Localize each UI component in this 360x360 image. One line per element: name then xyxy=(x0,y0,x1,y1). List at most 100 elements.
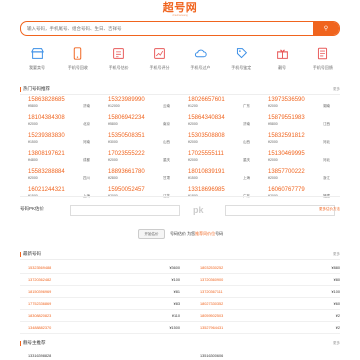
number-card[interactable]: 13973536590 ¥2000 湖南 xyxy=(260,96,340,111)
number-location: 四川 xyxy=(83,176,90,180)
phone-number[interactable]: 18059502503 xyxy=(200,314,223,318)
nav-item-verify[interactable]: 手机号鉴定 xyxy=(224,46,258,80)
phone-number[interactable]: 15303508808 xyxy=(188,132,260,140)
phone-number[interactable]: 18150396969 xyxy=(28,290,51,294)
recent-more-link[interactable]: 更多 xyxy=(333,252,340,257)
number-card[interactable]: 18010839191 ¥1500 上海 xyxy=(180,168,260,183)
phone-number[interactable]: 13973536590 xyxy=(268,96,340,104)
phone-number[interactable]: 13488882370 xyxy=(28,326,51,330)
phone-number[interactable]: 16060767779 xyxy=(268,186,340,194)
divider xyxy=(20,259,340,260)
premium-number[interactable]: 13516300606 xyxy=(200,354,223,358)
number-price: ¥100 xyxy=(171,277,180,282)
phone-number[interactable]: 15350508351 xyxy=(108,132,180,140)
number-card[interactable]: 15303508808 ¥2000 山西 xyxy=(180,132,260,147)
phone-number[interactable]: 17025555111 xyxy=(188,150,260,158)
phone-number[interactable]: 16021244321 xyxy=(28,186,100,194)
nav-item-feedback[interactable]: 手机号回馈 xyxy=(306,46,340,80)
number-card[interactable]: 15583288884 ¥2000 四川 xyxy=(20,168,100,183)
table-row[interactable]: 18308820823 ¥110 18059502503 ¥2 xyxy=(20,310,340,322)
number-card[interactable]: 17025555111 ¥2000 重庆 xyxy=(180,150,260,165)
nav-item-premium[interactable]: 靓号 xyxy=(265,46,299,80)
phone-number[interactable]: 15950052457 xyxy=(108,186,180,194)
number-card[interactable]: 17023555222 ¥2000 重庆 xyxy=(100,150,180,165)
number-location: 南京 xyxy=(163,122,170,126)
phone-number[interactable]: 15832591812 xyxy=(268,132,340,140)
nav-item-transfer[interactable]: 手机号过户 xyxy=(183,46,217,80)
number-card[interactable]: 15864340834 ¥2000 济南 xyxy=(180,114,260,129)
number-card[interactable]: 13857700222 ¥2000 浙江 xyxy=(260,168,340,183)
premium-number[interactable]: 13316398828 xyxy=(28,354,51,358)
number-price: ¥2000 xyxy=(28,122,38,126)
number-card[interactable]: 16021244321¥1500上海 xyxy=(20,186,100,201)
list-item[interactable]: 13316398828 13516300606 xyxy=(20,350,340,360)
phone-number[interactable]: 15323569488 xyxy=(28,266,51,270)
phone-number[interactable]: 13318696985 xyxy=(188,186,260,194)
table-row[interactable]: 15323569488 ¥3600 18032530252 ¥880 xyxy=(20,262,340,274)
phone-number[interactable]: 18027330352 xyxy=(200,302,223,306)
phone-number[interactable]: 18010839191 xyxy=(188,168,260,176)
phone-number[interactable]: 18104384308 xyxy=(28,114,100,122)
number-card[interactable]: 13318696985¥1800广东 xyxy=(180,186,260,201)
featured-more-link[interactable]: 更多 xyxy=(333,87,340,92)
number-meta: ¥2000 山西 xyxy=(188,140,250,144)
phone-number[interactable]: 13720367111 xyxy=(200,290,223,294)
phone-number[interactable]: 18893661780 xyxy=(108,168,180,176)
nav-item-sell[interactable]: 我要卖号 xyxy=(20,46,54,80)
phone-number[interactable]: 13720360900 xyxy=(200,278,223,282)
cloud-icon xyxy=(193,46,208,61)
number-card[interactable]: 18104384308 ¥2000 北京 xyxy=(20,114,100,129)
number-card[interactable]: 15323989990 ¥12000 云南 xyxy=(100,96,180,111)
number-card[interactable]: 13808197621 ¥4800 成都 xyxy=(20,150,100,165)
phone-number[interactable]: 15239383830 xyxy=(28,132,100,140)
number-card[interactable]: 15130469995 ¥2000 河北 xyxy=(260,150,340,165)
phone-number[interactable]: 15864340834 xyxy=(188,114,260,122)
number-price: ¥880 xyxy=(331,265,340,270)
nav-item-appraise[interactable]: 手机号估价 xyxy=(102,46,136,80)
search-button[interactable]: ⚲ xyxy=(313,22,339,35)
phone-number[interactable]: 17752336869 xyxy=(28,302,51,306)
estimate-note-highlight[interactable]: 推荐同价位 xyxy=(195,231,215,236)
number-card[interactable]: 16060767779¥2000福建 xyxy=(260,186,340,201)
phone-number[interactable]: 15863828685 xyxy=(28,96,100,104)
calc-icon xyxy=(111,46,126,61)
premium-more-link[interactable]: 更多 xyxy=(333,341,340,346)
estimate-input-a[interactable] xyxy=(70,205,180,216)
number-card[interactable]: 15950052457¥2000江苏 xyxy=(100,186,180,201)
phone-number[interactable]: 17023555222 xyxy=(108,150,180,158)
phone-number[interactable]: 15323989990 xyxy=(108,96,180,104)
number-price: ¥5800 xyxy=(28,104,38,108)
phone-number[interactable]: 15879551983 xyxy=(268,114,340,122)
table-row[interactable]: 17752336869 ¥83 18027330352 ¥60 xyxy=(20,298,340,310)
number-card[interactable]: 18026657601 ¥1200 广东 xyxy=(180,96,260,111)
phone-number[interactable]: 13808197621 xyxy=(28,150,100,158)
table-row[interactable]: 18150396969 ¥81 13720367111 ¥100 xyxy=(20,286,340,298)
number-card[interactable]: 18893661780 ¥2800 甘肃 xyxy=(100,168,180,183)
phone-number[interactable]: 18026657601 xyxy=(188,96,260,104)
number-card[interactable]: 15863828685 ¥5800 济南 xyxy=(20,96,100,111)
phone-number[interactable]: 18308820823 xyxy=(28,314,51,318)
phone-number[interactable]: 13720362482 xyxy=(28,278,51,282)
search-input[interactable] xyxy=(21,22,311,35)
table-row[interactable]: 13720362482 ¥100 13720360900 ¥80 xyxy=(20,274,340,286)
number-card[interactable]: 15239383830 ¥1500 河南 xyxy=(20,132,100,147)
estimate-button[interactable]: 开始估价 xyxy=(138,229,165,239)
estimate-note-prefix: 号码估价 为您 xyxy=(170,231,196,236)
phone-number[interactable]: 18032530252 xyxy=(200,266,223,270)
number-card[interactable]: 15879551983 ¥5800 江西 xyxy=(260,114,340,129)
number-card[interactable]: 15806942234 ¥5800 南京 xyxy=(100,114,180,129)
number-card[interactable]: 15832591812 ¥2000 河北 xyxy=(260,132,340,147)
phone-number[interactable]: 13857700222 xyxy=(268,168,340,176)
phone-number[interactable]: 15130469995 xyxy=(268,150,340,158)
phone-number[interactable]: 15806942234 xyxy=(108,114,180,122)
number-price: ¥2 xyxy=(335,313,340,318)
number-card[interactable]: 15350508351 ¥3000 山西 xyxy=(100,132,180,147)
site-logo[interactable]: 超号网 chaohaowang xyxy=(158,3,202,18)
table-row[interactable]: 13488882370 ¥1500 13527964431 ¥2 xyxy=(20,322,340,334)
nav-item-recycle[interactable]: 手机号回收 xyxy=(61,46,95,80)
nav-label: 我要卖号 xyxy=(29,65,45,70)
estimate-more-link[interactable]: 更多估价方法 xyxy=(319,207,340,212)
phone-number[interactable]: 15583288884 xyxy=(28,168,100,176)
phone-number[interactable]: 13527964431 xyxy=(200,326,223,330)
nav-item-score[interactable]: 手机号评分 xyxy=(143,46,177,80)
